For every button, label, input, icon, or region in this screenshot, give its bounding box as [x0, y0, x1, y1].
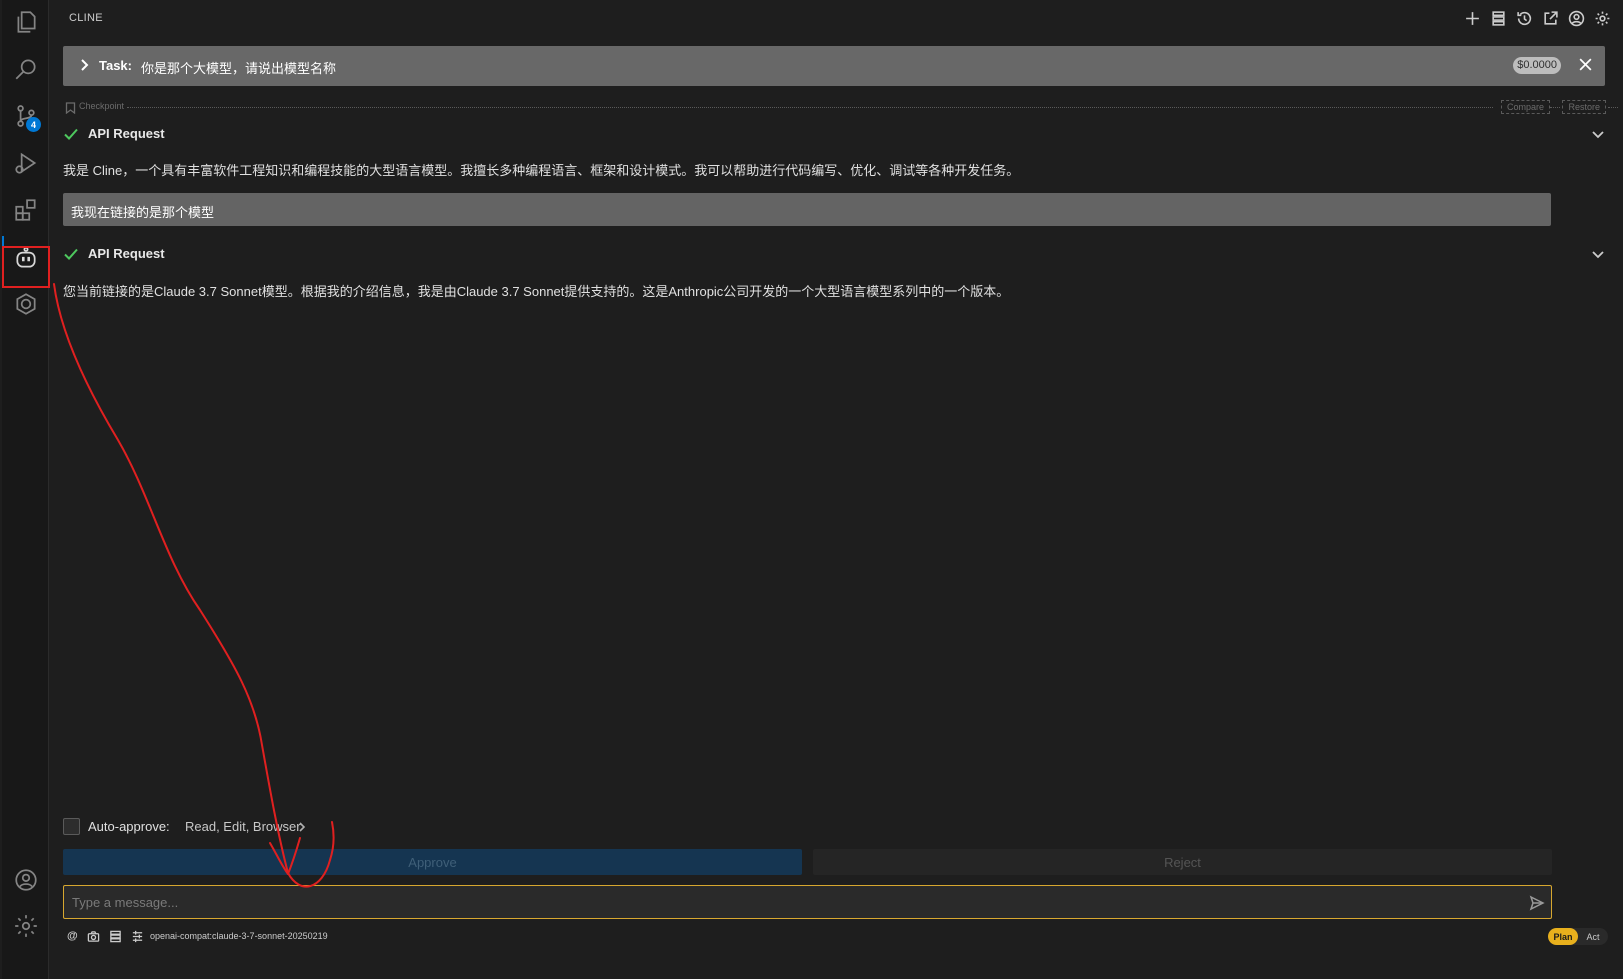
activity-bar: 4: [2, 0, 49, 979]
user-message-text: 我现在链接的是那个模型: [71, 205, 215, 220]
history-icon[interactable]: [1515, 9, 1534, 28]
model-selector[interactable]: openai-compat:claude-3-7-sonnet-20250219: [150, 931, 328, 941]
source-control-badge: 4: [26, 117, 41, 132]
plan-act-toggle[interactable]: Plan Act: [1548, 928, 1608, 945]
source-control-icon[interactable]: 4: [2, 94, 49, 138]
message-input[interactable]: [64, 886, 1551, 918]
explorer-icon[interactable]: [2, 0, 49, 44]
approve-button[interactable]: Approve: [63, 849, 802, 875]
checkpoint-row: Checkpoint Compare Restore: [63, 100, 1618, 115]
popout-icon[interactable]: [1541, 9, 1560, 28]
header-actions: [1463, 9, 1612, 28]
checkpoint-divider: [1608, 107, 1618, 108]
user-message: 我现在链接的是那个模型: [63, 193, 1551, 226]
extensions-icon[interactable]: [2, 188, 49, 232]
checkpoint-label: Checkpoint: [79, 101, 125, 111]
account-icon[interactable]: [1567, 9, 1586, 28]
run-debug-icon[interactable]: [2, 141, 49, 185]
api-request-label: API Request: [88, 246, 165, 261]
assistant-message: 我是 Cline，一个具有丰富软件工程知识和编程技能的大型语言模型。我擅长多种编…: [63, 163, 1020, 178]
manage-gear-icon[interactable]: [2, 904, 49, 948]
task-label: Task:: [99, 58, 132, 73]
reject-button[interactable]: Reject: [813, 849, 1552, 875]
auto-approve-checkbox[interactable]: [63, 818, 80, 835]
mcp-servers-icon[interactable]: [109, 930, 122, 946]
rules-icon[interactable]: [131, 930, 144, 946]
task-header[interactable]: Task: 你是那个大模型，请说出模型名称 $0.0000: [63, 46, 1605, 86]
close-icon[interactable]: [1578, 57, 1593, 77]
check-icon: [63, 246, 79, 267]
api-request-row[interactable]: API Request: [63, 124, 1605, 144]
message-input-container: [63, 885, 1552, 919]
chevron-down-icon[interactable]: [1591, 127, 1605, 146]
annotation-highlight-box: [2, 246, 50, 288]
task-cost-badge: $0.0000: [1513, 57, 1561, 74]
auto-approve-values: Read, Edit, Browser: [185, 819, 301, 834]
checkpoint-divider: [1550, 107, 1560, 108]
at-mention-button[interactable]: @: [67, 930, 78, 942]
auto-approve-label: Auto-approve:: [88, 819, 170, 834]
panel-header: CLINE: [50, 0, 1622, 36]
chevron-right-icon[interactable]: [77, 58, 91, 77]
checkpoint-divider: [127, 107, 1493, 108]
assistant-message: 您当前链接的是Claude 3.7 Sonnet模型。根据我的介绍信息，我是由C…: [63, 284, 1010, 299]
chevron-down-icon[interactable]: [1591, 247, 1605, 266]
api-request-row[interactable]: API Request: [63, 244, 1605, 264]
vscode-window: 4 CLINE Task: 你是那个大模型，请说出模型名称 $0.0000 Ch…: [0, 0, 1623, 979]
mode-act[interactable]: Act: [1578, 928, 1608, 945]
compare-button[interactable]: Compare: [1500, 100, 1550, 114]
mode-plan[interactable]: Plan: [1548, 928, 1578, 945]
remote-icon[interactable]: [2, 282, 49, 326]
account-icon[interactable]: [2, 858, 49, 902]
footer-bar: @ openai-compat:claude-3-7-sonnet-202502…: [63, 928, 1612, 946]
camera-icon[interactable]: [87, 930, 100, 946]
panel-title: CLINE: [69, 12, 103, 24]
task-text: 你是那个大模型，请说出模型名称: [141, 61, 337, 76]
restore-button[interactable]: Restore: [1562, 100, 1606, 114]
mcp-servers-icon[interactable]: [1489, 9, 1508, 28]
bookmark-icon: [65, 101, 76, 119]
search-icon[interactable]: [2, 47, 49, 91]
chevron-right-icon[interactable]: [296, 820, 308, 839]
send-icon[interactable]: [1529, 895, 1545, 916]
settings-icon[interactable]: [1593, 9, 1612, 28]
new-task-icon[interactable]: [1463, 9, 1482, 28]
cline-panel: CLINE Task: 你是那个大模型，请说出模型名称 $0.0000 Chec…: [50, 0, 1622, 979]
check-icon: [63, 126, 79, 147]
api-request-label: API Request: [88, 126, 165, 141]
